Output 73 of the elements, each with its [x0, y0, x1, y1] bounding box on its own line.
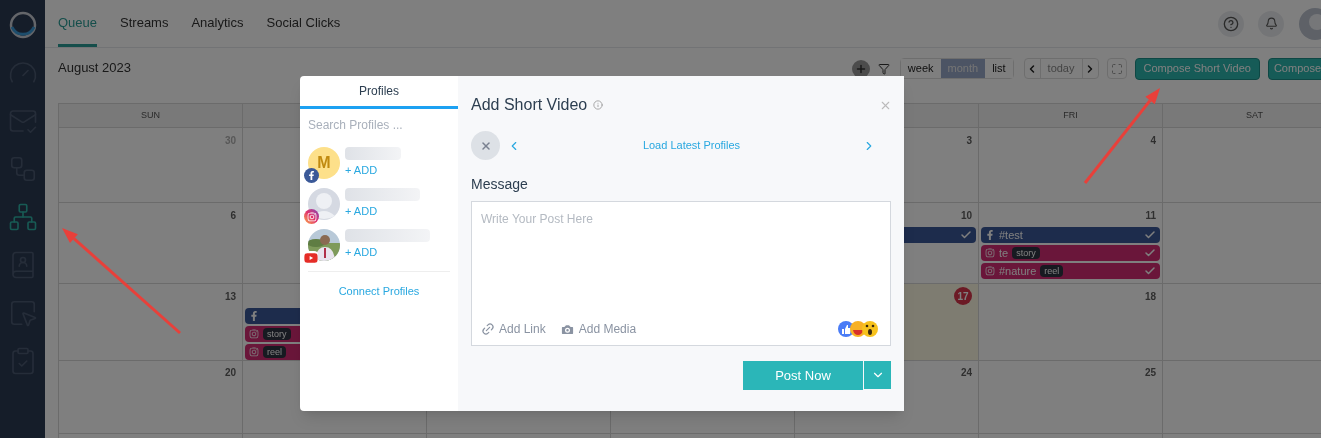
date-number: 13: [224, 289, 236, 304]
check-icon: [1144, 265, 1156, 277]
today-date: 17: [954, 287, 972, 305]
facebook-icon: [985, 230, 995, 240]
add-profile-button[interactable]: + ADD: [345, 162, 401, 179]
date-number: 18: [1144, 289, 1156, 304]
help-button[interactable]: [1218, 10, 1244, 37]
instagram-icon: [985, 266, 995, 276]
message-field[interactable]: Write Your Post Here: [481, 210, 881, 320]
weekday-header: SUN: [59, 104, 243, 128]
fullscreen-button[interactable]: [1106, 58, 1127, 79]
avatar-initial: M: [317, 153, 331, 173]
dialog-title: Add Short Video: [471, 95, 588, 115]
facebook-icon: [249, 311, 259, 321]
plus-icon: [854, 62, 867, 75]
weekday-header: SAT: [1163, 104, 1321, 128]
date-number: 11: [1145, 208, 1156, 223]
date-number: 25: [1144, 365, 1156, 380]
youtube-icon: [304, 251, 318, 265]
add-media-button[interactable]: Add Media: [559, 320, 637, 338]
date-number: 10: [960, 208, 972, 223]
blurred-name: [345, 147, 401, 161]
compose-short-video-button[interactable]: Compose Short Video: [1134, 57, 1260, 80]
event-title: te: [999, 245, 1009, 261]
nav-tab[interactable]: Queue: [58, 0, 98, 47]
nav-tab[interactable]: Social Clicks: [266, 0, 341, 47]
clear-button[interactable]: [471, 131, 500, 160]
load-profiles-link[interactable]: Load Latest Profiles: [642, 137, 741, 154]
notification-button[interactable]: [1258, 10, 1284, 37]
fullscreen-icon: [1110, 62, 1123, 75]
check-icon: [1144, 229, 1156, 241]
instagram-icon: [249, 329, 259, 339]
date-number: 24: [960, 365, 972, 380]
post-now-button[interactable]: Post Now: [743, 361, 863, 390]
event-tag: reel: [1040, 265, 1064, 277]
add-profile-button[interactable]: + ADD: [345, 244, 430, 261]
bell-icon: [1264, 17, 1278, 30]
event-tag: reel: [263, 346, 286, 358]
post-options-button[interactable]: [864, 361, 891, 389]
calendar-event[interactable]: te story: [981, 245, 1160, 261]
date-number: 6: [230, 208, 236, 223]
date-number: 20: [224, 365, 236, 380]
check-icon: [1144, 247, 1156, 259]
compose-button[interactable]: Compose: [1267, 57, 1321, 80]
message-box[interactable]: Write Your Post Here Add Link Add Media: [471, 201, 891, 346]
check-icon: [960, 229, 972, 241]
message-label: Message: [471, 175, 529, 194]
event-title: #nature: [999, 263, 1037, 279]
add-button[interactable]: [851, 59, 870, 78]
month-title: August 2023: [58, 58, 131, 77]
reaction-emoji-icon[interactable]: [837, 320, 881, 338]
event-tag: story: [1012, 247, 1040, 259]
add-profile-button[interactable]: + ADD: [345, 203, 420, 220]
connect-profiles-link[interactable]: Connect Profiles: [338, 283, 420, 300]
logo-icon: [7, 10, 38, 40]
help-icon: [1223, 15, 1239, 32]
weekday-header: FRI: [979, 104, 1163, 128]
add-link-button[interactable]: Add Link: [481, 320, 546, 338]
network-icon[interactable]: [7, 202, 38, 232]
date-number: 3: [966, 133, 972, 148]
user-avatar[interactable]: [1298, 7, 1321, 40]
close-icon: [479, 139, 492, 152]
nav-tab[interactable]: Streams: [120, 0, 169, 47]
nav-tab[interactable]: Analytics: [191, 0, 244, 47]
event-tag: story: [263, 328, 291, 340]
event-title: #test: [999, 227, 1023, 243]
calendar-event[interactable]: #test: [981, 227, 1160, 243]
instagram-icon: [985, 248, 995, 258]
date-number: 4: [1150, 133, 1156, 148]
instagram-icon: [249, 347, 259, 357]
filter-icon[interactable]: [877, 62, 890, 75]
calendar-event[interactable]: #nature reel: [981, 263, 1160, 279]
info-icon[interactable]: [593, 100, 604, 110]
